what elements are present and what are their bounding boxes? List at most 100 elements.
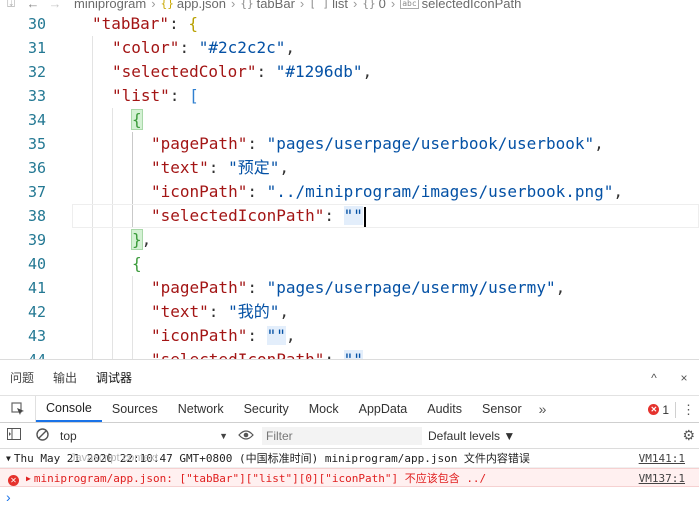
devtools-tab-bar: Console Sources Network Security Mock Ap… xyxy=(0,396,699,423)
json-bracket: [ xyxy=(189,86,199,105)
json-bracket-matched: { xyxy=(131,109,143,130)
breadcrumb-item-list[interactable]: list xyxy=(332,0,348,11)
more-tabs-icon[interactable]: » xyxy=(532,396,554,422)
json-key: "pagePath" xyxy=(151,278,248,297)
devtools-tab-network[interactable]: Network xyxy=(168,396,234,422)
close-panel-icon[interactable]: × xyxy=(669,371,699,385)
settings-dots-icon[interactable]: ⋮ xyxy=(682,402,695,418)
code-line: 32 "selectedColor": "#1296db", xyxy=(0,60,699,84)
tab-debugger[interactable]: 调试器 xyxy=(96,369,132,386)
devtools-tab-mock[interactable]: Mock xyxy=(299,396,349,422)
expand-triangle-icon[interactable]: ▼ xyxy=(6,454,11,463)
gear-icon[interactable]: ⚙ xyxy=(682,427,695,444)
code-line-current: 38 "selectedIconPath": "" xyxy=(0,204,699,228)
line-number: 35 xyxy=(27,135,46,153)
json-value: "#1296db" xyxy=(275,62,363,81)
code-line: 37 "iconPath": "../miniprogram/images/us… xyxy=(0,180,699,204)
array-icon: [ ] xyxy=(309,0,330,10)
tooltip: Javascript context xyxy=(70,452,159,464)
devtools-tab-audits[interactable]: Audits xyxy=(417,396,472,422)
json-key: "iconPath" xyxy=(151,182,248,201)
code-line: 42 "text": "我的", xyxy=(0,300,699,324)
devtools-tab-appdata[interactable]: AppData xyxy=(349,396,418,422)
console-message-error[interactable]: ✕ ▶ miniprogram/app.json: ["tabBar"]["list… xyxy=(0,468,699,487)
breadcrumb-item-miniprogram[interactable]: miniprogram xyxy=(74,0,146,11)
error-count[interactable]: 1 xyxy=(662,403,669,417)
json-key: "color" xyxy=(112,38,180,57)
line-number: 43 xyxy=(27,327,46,345)
string-property-icon: abc xyxy=(400,0,419,9)
code-line: 43 "iconPath": "", xyxy=(0,324,699,348)
code-line: 40 { xyxy=(0,252,699,276)
devtools-tab-console[interactable]: Console xyxy=(36,396,102,422)
json-key: "list" xyxy=(112,86,170,105)
clear-console-icon[interactable] xyxy=(28,427,56,444)
json-key: "iconPath" xyxy=(151,326,248,345)
line-number: 38 xyxy=(27,207,46,225)
json-value: "我的" xyxy=(228,302,280,321)
filter-input[interactable] xyxy=(262,426,422,445)
line-number: 44 xyxy=(0,348,46,359)
code-editor[interactable]: 30 "tabBar": { 31 "color": "#2c2c2c", 32… xyxy=(0,12,699,359)
expand-triangle-icon[interactable]: ▶ xyxy=(26,474,31,483)
context-select-value: top xyxy=(60,428,77,443)
json-key: "selectedColor" xyxy=(112,62,257,81)
tab-output[interactable]: 输出 xyxy=(53,369,77,386)
devtools-tab-security[interactable]: Security xyxy=(234,396,299,422)
code-line: 39 }, xyxy=(0,228,699,252)
json-value: "pages/userpage/usermy/usermy" xyxy=(266,278,556,297)
breadcrumb-separator: › xyxy=(353,0,358,11)
breadcrumb-item-app-json[interactable]: app.json xyxy=(177,0,226,11)
breadcrumb-separator: › xyxy=(151,0,156,11)
code-line: 30 "tabBar": { xyxy=(0,12,699,36)
code-line: 33 "list": [ xyxy=(0,84,699,108)
line-number: 41 xyxy=(27,279,46,297)
line-number: 32 xyxy=(27,63,46,81)
code-line: 44 "selectedIconPath": "" xyxy=(0,348,699,359)
devtools-tab-sources[interactable]: Sources xyxy=(102,396,168,422)
line-number: 37 xyxy=(27,183,46,201)
line-number: 31 xyxy=(27,39,46,57)
text-cursor xyxy=(363,206,366,227)
breadcrumb-item-0[interactable]: 0 xyxy=(379,0,386,11)
json-key: "text" xyxy=(151,158,209,177)
eye-icon[interactable] xyxy=(232,428,260,443)
devtools-tab-sensor[interactable]: Sensor xyxy=(472,396,532,422)
breadcrumb-item-selectediconpath[interactable]: selectedIconPath xyxy=(422,0,522,11)
json-key: "tabBar" xyxy=(92,14,170,33)
bottom-panel: 问题 输出 调试器 ^ × Console Sources Network Se… xyxy=(0,359,699,519)
json-value: "#2c2c2c" xyxy=(198,38,286,57)
error-count-icon[interactable]: ✕ xyxy=(648,404,660,415)
back-arrow-icon[interactable]: ← xyxy=(22,0,44,11)
context-select[interactable]: top ▼ xyxy=(56,427,232,445)
code-line: 31 "color": "#2c2c2c", xyxy=(0,36,699,60)
console-prompt[interactable]: › xyxy=(0,487,699,507)
json-value: "" xyxy=(266,326,286,345)
toggle-sidebar-icon[interactable] xyxy=(0,428,28,443)
breadcrumb-separator: › xyxy=(231,0,236,11)
tab-problems[interactable]: 问题 xyxy=(10,369,34,386)
console-message-info[interactable]: ▼ Thu May 21 2020 22:10:47 GMT+0800 (中国标准… xyxy=(0,449,699,468)
log-levels-dropdown[interactable]: Default levels ▼ xyxy=(428,429,515,443)
breadcrumb-item-tabbar[interactable]: tabBar xyxy=(257,0,295,11)
chevron-down-icon: ▼ xyxy=(219,430,228,441)
json-value: "" xyxy=(343,206,363,225)
console-source-link[interactable]: VM141:1 xyxy=(639,449,685,468)
console-toolbar: top ▼ Default levels ▼ ⚙ xyxy=(0,423,699,449)
bookmark-icon[interactable]: ⍗ xyxy=(0,0,22,11)
line-number: 42 xyxy=(27,303,46,321)
json-value: "预定" xyxy=(228,158,280,177)
breadcrumb-separator: › xyxy=(390,0,396,11)
console-source-link[interactable]: VM137:1 xyxy=(639,469,685,488)
inspect-element-icon[interactable] xyxy=(0,396,36,422)
breadcrumb-separator: › xyxy=(299,0,305,11)
json-bracket: { xyxy=(188,14,198,33)
code-line: 34 { xyxy=(0,108,699,132)
code-line: 41 "pagePath": "pages/userpage/usermy/us… xyxy=(0,276,699,300)
forward-arrow-icon[interactable]: → xyxy=(44,0,66,11)
maximize-panel-icon[interactable]: ^ xyxy=(639,371,669,385)
json-key: "pagePath" xyxy=(151,134,248,153)
json-file-icon: {} xyxy=(160,0,174,10)
error-icon: ✕ xyxy=(8,475,19,486)
line-number: 40 xyxy=(27,255,46,273)
